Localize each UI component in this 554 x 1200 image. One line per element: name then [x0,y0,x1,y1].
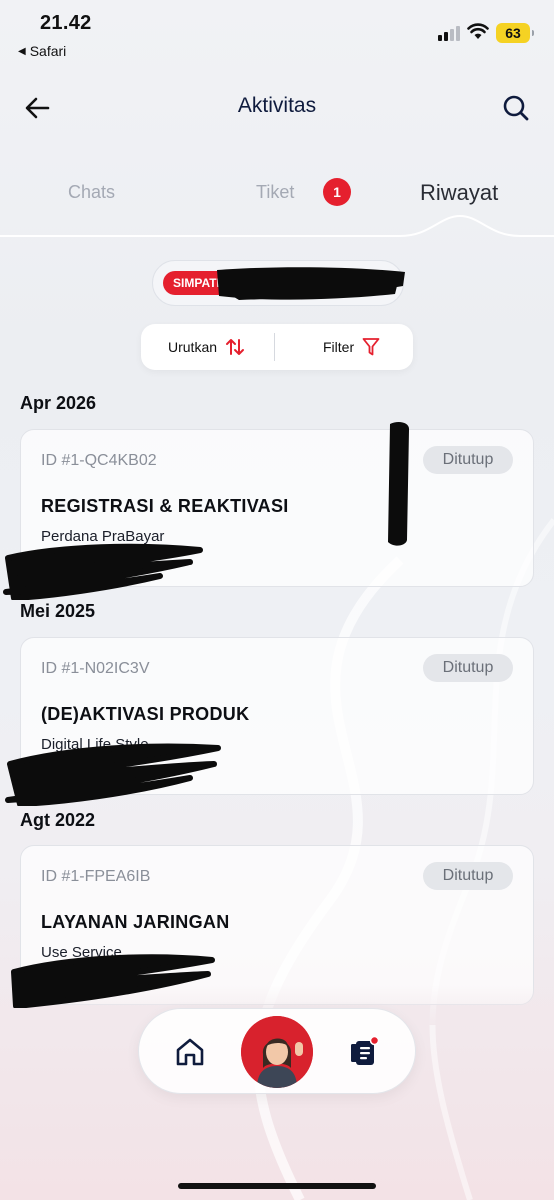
search-button[interactable] [500,92,532,124]
status-bar: 21.42 ◀ Safari 63 [0,0,554,70]
status-badge: Ditutup [423,654,513,682]
ticket-title: REGISTRASI & REAKTIVASI [41,496,289,516]
tab-bar: Chats Tiket 1 Riwayat [0,160,554,237]
nav-home-button[interactable] [173,1035,207,1069]
tiket-count-badge: 1 [323,178,351,206]
month-header: Apr 2026 [20,393,97,413]
status-badge: Ditutup [423,862,513,890]
ticket-card[interactable]: ID #1-FPEA6IB Ditutup LAYANAN JARINGAN U… [20,845,534,1005]
ticket-id: ID #1-QC4KB02 [41,452,157,469]
ticket-subtitle: Perdana PraBayar [41,528,165,545]
redaction-scribble [217,267,405,300]
bottom-navigation [138,1008,416,1094]
ticket-subtitle: Use Service [41,944,122,961]
wifi-icon [467,23,489,39]
ticket-title: (DE)AKTIVASI PRODUK [41,704,250,724]
clock: 21.42 [40,12,92,34]
ticket-id: ID #1-N02IC3V [41,660,150,677]
divider [274,333,275,361]
ticket-card[interactable]: ID #1-N02IC3V Ditutup (DE)AKTIVASI PRODU… [20,637,534,795]
ticket-title: LAYANAN JARINGAN [41,912,230,932]
month-header: Agt 2022 [20,810,96,830]
activity-list-icon [351,1035,380,1065]
app-header: Aktivitas [0,80,554,136]
home-indicator [178,1183,376,1189]
search-icon [503,95,529,121]
home-icon [176,1038,204,1066]
filter-button[interactable]: Filter [323,324,380,370]
assistant-avatar[interactable] [241,1016,313,1088]
tab-chats[interactable]: Chats [68,182,115,203]
page-title: Aktivitas [237,94,317,117]
tab-riwayat[interactable]: Riwayat [420,180,498,206]
month-header: Mei 2025 [20,601,96,621]
back-app-label: Safari [29,43,67,59]
phone-number-selector[interactable]: SIMPATI [152,260,405,306]
filter-funnel-icon [362,338,380,356]
cellular-signal-icon [438,26,460,41]
sort-button[interactable]: Urutkan [168,324,245,370]
back-triangle-icon: ◀ [18,45,26,57]
sort-arrows-icon [226,339,245,355]
assistant-avatar-icon [241,1016,313,1088]
nav-activity-button[interactable] [347,1035,381,1069]
battery-indicator: 63 [496,23,534,43]
ticket-card[interactable]: ID #1-QC4KB02 Ditutup REGISTRASI & REAKT… [20,429,534,587]
sort-filter-bar: Urutkan Filter [141,324,413,370]
ticket-id: ID #1-FPEA6IB [41,868,151,885]
tab-tiket[interactable]: Tiket [256,182,294,203]
filter-label: Filter [323,339,355,355]
status-badge: Ditutup [423,446,513,474]
back-to-app-link[interactable]: ◀ Safari [18,43,66,59]
ticket-subtitle: Digital Life Style [41,736,149,753]
sort-label: Urutkan [168,339,218,355]
